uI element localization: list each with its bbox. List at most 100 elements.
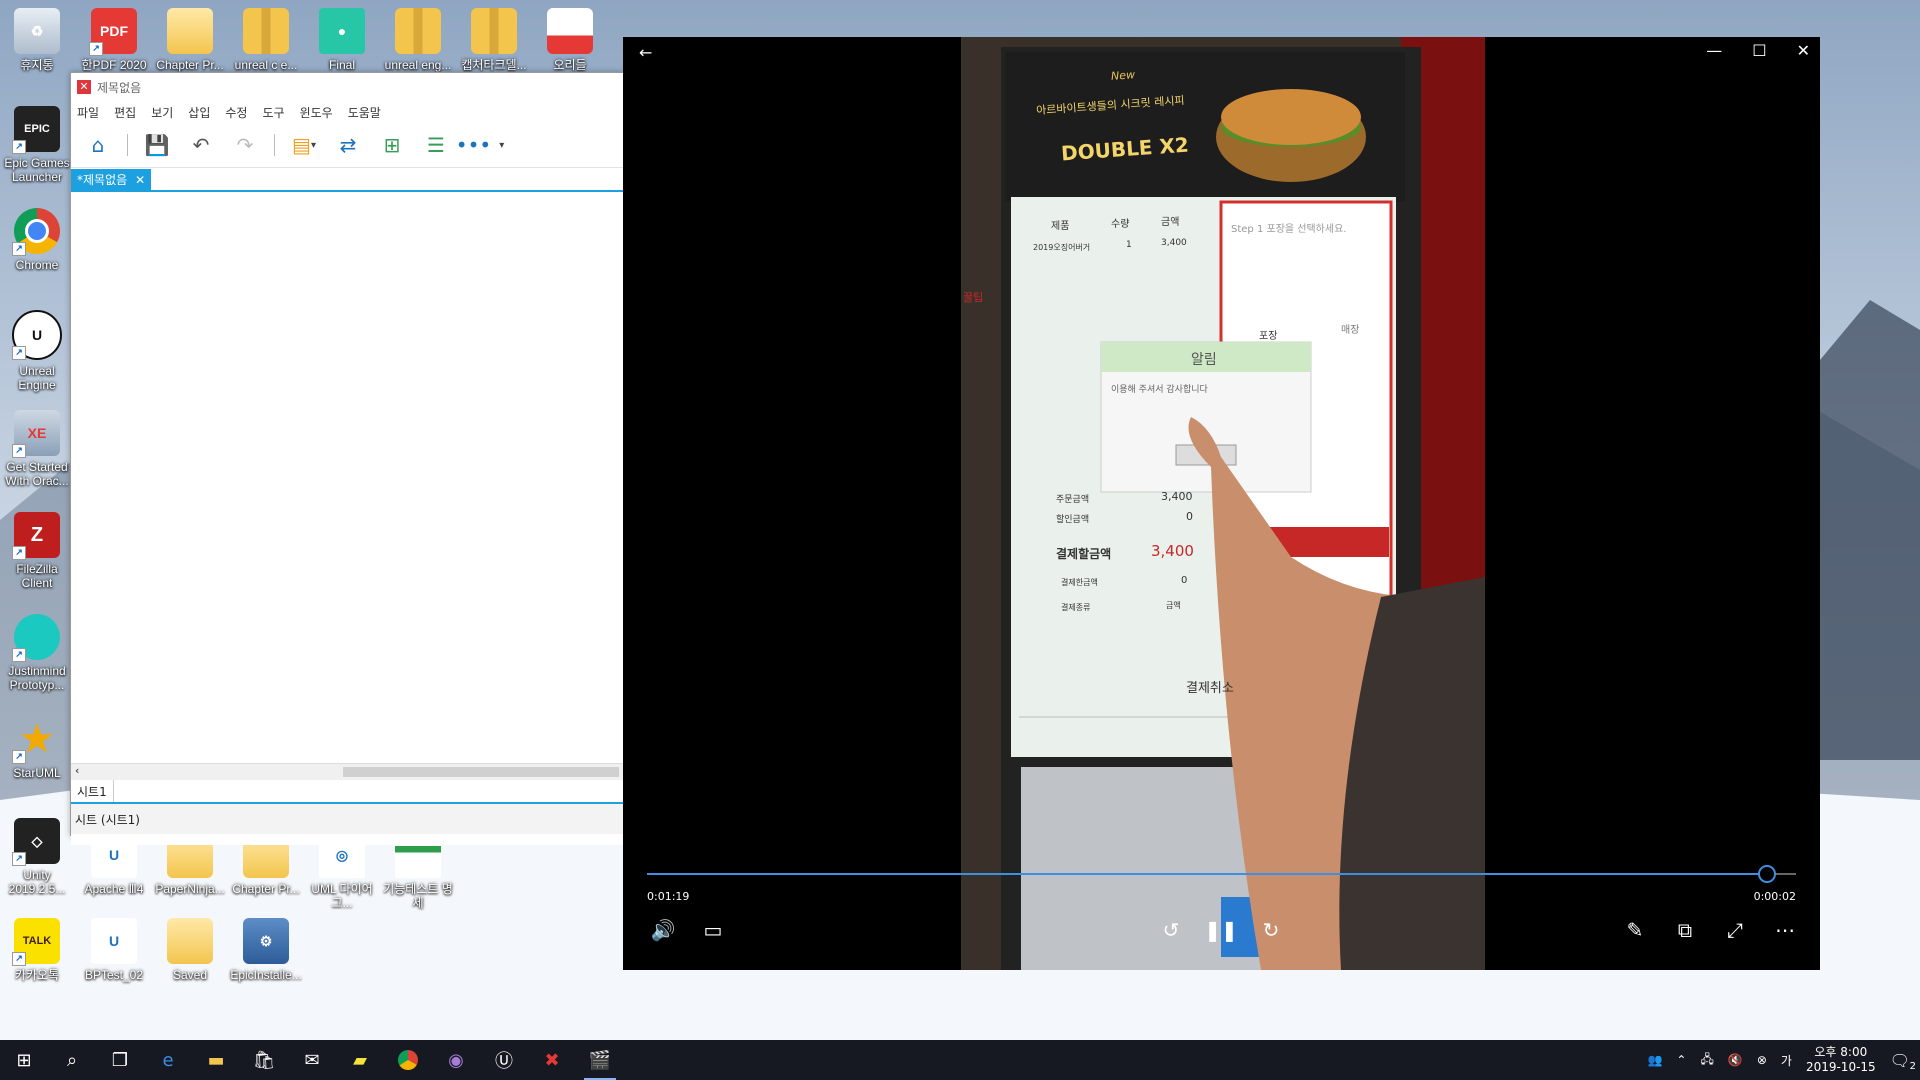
undo-button[interactable]: ↶: [182, 129, 220, 161]
taskbar-file-explorer[interactable]: ▬: [192, 1040, 240, 1080]
mini-view-button[interactable]: ⧉: [1669, 914, 1701, 946]
notification-icon: 🗨: [1889, 1050, 1910, 1070]
desktop-icon-zip[interactable]: unreal eng...: [381, 8, 455, 72]
taskbar-app-purple[interactable]: ◉: [432, 1040, 480, 1080]
people-icon[interactable]: 👥: [1647, 1053, 1662, 1067]
menu-tools[interactable]: 도구: [262, 104, 284, 121]
menu-help[interactable]: 도움말: [348, 104, 381, 121]
menu-window[interactable]: 윈도우: [300, 104, 333, 121]
back-arrow-icon[interactable]: ←: [639, 43, 652, 62]
taskbar-chrome[interactable]: [384, 1040, 432, 1080]
more-options-button[interactable]: ⋯: [1769, 914, 1801, 946]
video-frame[interactable]: New 아르바이트생들의 시크릿 레시피 DOUBLE X2 제품 수량 금액 …: [961, 37, 1485, 970]
seek-bar-handle[interactable]: [1758, 865, 1777, 883]
desktop-icon-chrome[interactable]: ↗ Chrome: [0, 208, 74, 272]
minimize-icon[interactable]: —: [1706, 41, 1722, 60]
captions-button[interactable]: ▭: [697, 914, 729, 946]
staruml-icon: ★ ↗: [12, 716, 60, 764]
folder-icon: ▬: [207, 1049, 225, 1071]
skip-back-10-button[interactable]: ↺: [1155, 914, 1187, 946]
status-icon[interactable]: ⊗: [1757, 1053, 1767, 1067]
more-button[interactable]: ••• ▾: [456, 129, 504, 161]
taskbar-movies-tv[interactable]: 🎬: [576, 1040, 624, 1080]
system-tray: 👥 ⌃ 🖧 🔇 ⊗ 가 오후 8:00 2019-10-15 🗨 2: [1647, 1040, 1920, 1080]
desktop-icon-folder[interactable]: Chapter Pr...: [153, 8, 227, 72]
maximize-icon[interactable]: ☐: [1752, 41, 1766, 60]
home-button[interactable]: ⌂: [79, 129, 117, 161]
desktop-icon-file[interactable]: 오리들: [533, 8, 607, 72]
taskbar-unreal[interactable]: Ⓤ: [480, 1040, 528, 1080]
desktop-icon-filezilla[interactable]: Z ↗ FileZilla Client: [0, 512, 74, 590]
menu-modify[interactable]: 수정: [225, 104, 247, 121]
volume-mute-icon[interactable]: 🔇: [1728, 1053, 1743, 1067]
video-banner-subtitle: 아르바이트생들의 시크릿 레시피: [1035, 93, 1185, 118]
swap-button[interactable]: ⇄: [329, 129, 367, 161]
menu-view[interactable]: 보기: [151, 104, 173, 121]
notifications-button[interactable]: 🗨 2: [1889, 1050, 1916, 1072]
desktop-icon-folder[interactable]: Saved: [153, 918, 227, 982]
save-button[interactable]: 💾: [138, 129, 176, 161]
scroll-left-icon[interactable]: ‹: [75, 764, 79, 777]
pencil-icon: ✎: [1626, 918, 1644, 942]
close-icon[interactable]: ✕: [1797, 41, 1810, 60]
sheet-tab[interactable]: 시트1: [71, 780, 114, 802]
home-icon: ⌂: [91, 133, 105, 157]
tab-document[interactable]: *제목없음 ✕: [71, 169, 152, 190]
fullscreen-button[interactable]: ⤢: [1719, 914, 1751, 946]
video-order-amount-label: 주문금액: [1056, 495, 1090, 505]
connect-button[interactable]: ⊞: [373, 129, 411, 161]
desktop-icon-unreal-project[interactable]: U BPTest_02: [77, 918, 151, 982]
hanpdf-icon: PDF ↗: [89, 8, 137, 56]
menu-insert[interactable]: 삽입: [188, 104, 210, 121]
connector-icon: ⊞: [383, 133, 401, 157]
taskbar-store[interactable]: 🛍: [240, 1040, 288, 1080]
layout-button[interactable]: ▤ ▾: [285, 129, 323, 161]
taskbar-edge[interactable]: e: [144, 1040, 192, 1080]
menu-edit[interactable]: 편집: [114, 104, 136, 121]
status-bar: 시트 (시트1): [71, 804, 623, 834]
group-button[interactable]: ☰: [417, 129, 455, 161]
horizontal-scrollbar[interactable]: ‹: [71, 763, 623, 780]
desktop-icon-final[interactable]: ● Final: [305, 8, 379, 72]
desktop-icon-recycle-bin[interactable]: ♻ 휴지통: [0, 8, 74, 72]
search-button[interactable]: ⌕: [48, 1040, 96, 1080]
volume-button[interactable]: 🔊: [647, 914, 679, 946]
task-view-button[interactable]: ❐: [96, 1040, 144, 1080]
pause-icon: ❚❚: [1204, 918, 1238, 942]
video-row-price: 3,400: [1161, 238, 1187, 248]
seek-bar[interactable]: [647, 865, 1796, 883]
scrollbar-thumb[interactable]: [343, 767, 619, 777]
chevron-down-icon: ▾: [499, 139, 505, 151]
desktop-icon-unreal-engine[interactable]: U ↗ Unreal Engine: [0, 310, 74, 392]
diagram-canvas[interactable]: [71, 197, 623, 845]
desktop-icon-justinmind[interactable]: ↗ Justinmind Prototyp...: [0, 614, 74, 692]
taskbar-xmind[interactable]: ✖: [528, 1040, 576, 1080]
file-icon: [547, 8, 593, 54]
menu-file[interactable]: 파일: [77, 104, 99, 121]
clock[interactable]: 오후 8:00 2019-10-15: [1806, 1045, 1876, 1075]
video-order-amount: 3,400: [1161, 490, 1193, 503]
ime-icon[interactable]: 가: [1781, 1052, 1792, 1069]
start-button[interactable]: ⊞: [0, 1040, 48, 1080]
desktop-icon-epic-games[interactable]: EPIC ↗ Epic Games Launcher: [0, 106, 74, 184]
taskbar-sticky-notes[interactable]: ▰: [336, 1040, 384, 1080]
pause-button[interactable]: ❚❚: [1204, 914, 1238, 946]
desktop-icon-kakaotalk[interactable]: TALK ↗ 카카오톡: [0, 918, 74, 982]
desktop-icon-hanpdf[interactable]: PDF ↗ 한PDF 2020: [77, 8, 151, 72]
taskbar-mail[interactable]: ✉: [288, 1040, 336, 1080]
desktop-icon-zip[interactable]: unreal c e...: [229, 8, 303, 72]
video-step-text: Step 1 포장을 선택하세요.: [1231, 224, 1347, 235]
chevron-up-icon[interactable]: ⌃: [1676, 1053, 1686, 1067]
desktop-icon-installer[interactable]: ⚙ EpicInstalle...: [229, 918, 303, 982]
player-title-bar: ← — ☐ ✕: [623, 37, 1820, 69]
chat-app-icon: ◉: [448, 1049, 464, 1071]
redo-button[interactable]: ↷: [226, 129, 264, 161]
network-icon[interactable]: 🖧: [1700, 1050, 1713, 1071]
desktop-icon-staruml[interactable]: ★ ↗ StarUML: [0, 716, 74, 780]
skip-forward-30-button[interactable]: ↻: [1255, 914, 1287, 946]
desktop-icon-oracle[interactable]: XE ↗ Get Started With Orac...: [0, 410, 74, 488]
desktop-icon-unity[interactable]: ◇ ↗ Unity 2019.2.5...: [0, 818, 74, 896]
edit-button[interactable]: ✎: [1619, 914, 1651, 946]
close-icon[interactable]: ✕: [135, 173, 145, 187]
desktop-icon-zip[interactable]: 캡처타크델...: [457, 8, 531, 72]
